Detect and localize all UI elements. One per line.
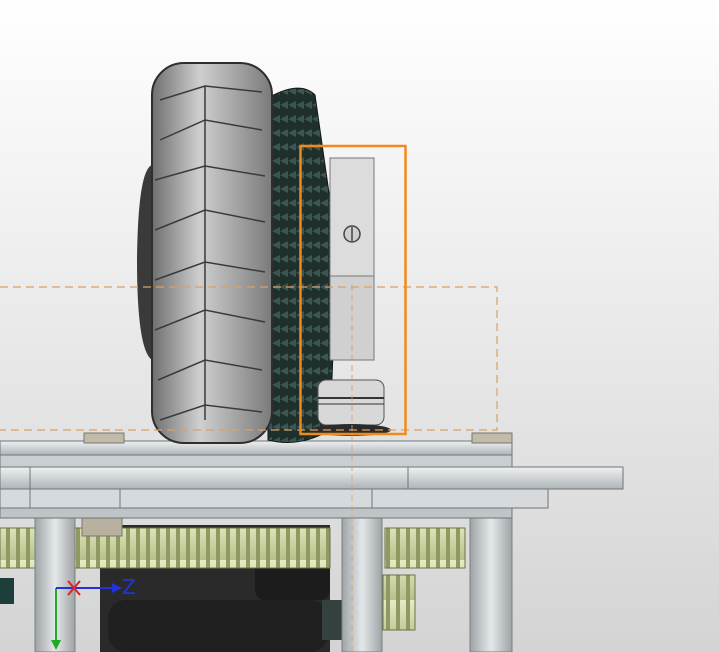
model-scene[interactable]: Z: [0, 0, 719, 652]
caster-roller[interactable]: [311, 379, 391, 436]
screw-slot-icon: [343, 225, 361, 243]
tire[interactable]: [151, 62, 273, 444]
lower-gear-right[interactable]: [382, 527, 466, 631]
wheel-hub-rim[interactable]: [137, 165, 152, 360]
z-axis-label: Z: [122, 575, 136, 599]
cad-3d-viewport[interactable]: Z: [0, 0, 719, 652]
base-plate-stack[interactable]: [0, 432, 624, 519]
side-connector[interactable]: [0, 578, 14, 604]
